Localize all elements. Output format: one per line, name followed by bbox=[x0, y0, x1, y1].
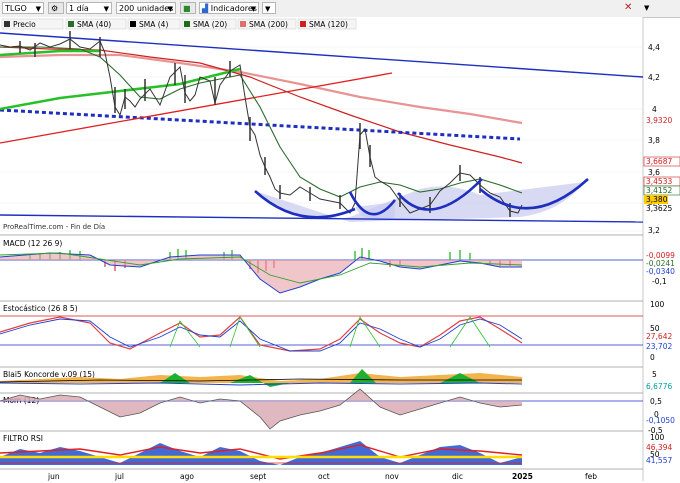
interval-selector[interactable]: 1 día ▼ bbox=[66, 2, 112, 14]
momentum-panel: Mom (12) 0,5 0 -0,5 -0,1050 bbox=[0, 388, 675, 435]
color-picker-button[interactable]: ■ bbox=[180, 2, 196, 14]
date-tick: oct bbox=[318, 472, 330, 481]
legend-swatch bbox=[130, 21, 136, 27]
symbol-label: TLGO bbox=[5, 4, 27, 13]
date-tick: dic bbox=[452, 472, 463, 481]
chevron-down-icon: ▼ bbox=[250, 5, 256, 13]
koncorde-blue-line bbox=[0, 382, 523, 386]
date-tick: sept bbox=[250, 472, 266, 481]
units-label: 200 unidades bbox=[119, 4, 174, 13]
legend-swatch bbox=[240, 21, 246, 27]
chevron-down-icon: ▼ bbox=[167, 5, 173, 13]
value-tag: 3,6687 bbox=[646, 157, 672, 166]
date-tick: jun bbox=[47, 472, 60, 481]
macd-area bbox=[0, 253, 522, 293]
axis-tick: 4 bbox=[652, 105, 657, 114]
value-tag: 3,4533 bbox=[646, 177, 672, 186]
value-tag: 3,4152 bbox=[646, 186, 672, 195]
panel-title: MACD (12 26 9) bbox=[3, 239, 62, 248]
axis-tick: 4,2 bbox=[648, 73, 660, 82]
legend-swatch bbox=[68, 21, 74, 27]
price-value-tags: 3,9320 3,6687 3,4533 3,4152 3,380 3,3625 bbox=[643, 115, 680, 213]
stoch-green-line bbox=[169, 316, 491, 348]
price-panel: Precio SMA (40) SMA (4) SMA (20) SMA (20… bbox=[0, 17, 680, 481]
axis-tick: 0,5 bbox=[650, 397, 662, 406]
chevron-down-icon: ▼ bbox=[35, 5, 41, 13]
axis-tick: 3,6 bbox=[648, 168, 660, 177]
chevron-down-icon: ▼ bbox=[644, 4, 650, 12]
value-tag: 3,9320 bbox=[646, 116, 672, 125]
settings-button[interactable]: ⚙ bbox=[48, 2, 64, 14]
value-tag: 23,702 bbox=[646, 342, 672, 351]
date-tick: nov bbox=[385, 472, 399, 481]
stochastic-panel: Estocástico (26 8 5) 100 50 0 27,642 23,… bbox=[0, 300, 672, 362]
koncorde-panel: Blai5 Koncorde v.09 (15) 5 6,6776 bbox=[0, 366, 672, 391]
window-controls[interactable]: ▼ bbox=[642, 2, 678, 14]
chart-area[interactable]: Precio SMA (40) SMA (4) SMA (20) SMA (20… bbox=[0, 17, 680, 481]
palette-icon: ■ bbox=[183, 4, 191, 13]
indicator-options-button[interactable]: ▼ bbox=[262, 2, 276, 14]
momentum-area bbox=[0, 389, 522, 429]
legend-swatch bbox=[300, 21, 306, 27]
legend-swatch bbox=[184, 21, 190, 27]
stoch-k-line bbox=[0, 316, 523, 352]
chart-svg: Precio SMA (40) SMA (4) SMA (20) SMA (20… bbox=[0, 17, 680, 481]
value-tag: 41,557 bbox=[646, 456, 672, 465]
axis-tick: 5 bbox=[652, 370, 657, 379]
macd-panel: MACD (12 26 9) -0,1 -0,0099 -0,0241 -0,0… bbox=[0, 234, 675, 294]
legend-sma20[interactable]: SMA (20) bbox=[193, 20, 227, 29]
legend-swatch bbox=[4, 21, 10, 27]
axis-tick: 100 bbox=[650, 300, 665, 309]
legend-precio[interactable]: Precio bbox=[13, 20, 36, 29]
axis-tick: 0 bbox=[650, 353, 655, 362]
rsi-blue-area bbox=[0, 441, 522, 465]
chart-toolbar: TLGO ▼ ⚙ 1 día ▼ 200 unidades ▼ ■ ▟ Indi… bbox=[0, 0, 680, 18]
chevron-down-icon: ▼ bbox=[265, 5, 271, 13]
axis-tick: 100 bbox=[650, 433, 665, 442]
units-selector[interactable]: 200 unidades ▼ bbox=[116, 2, 176, 14]
value-tag: -0,1050 bbox=[646, 416, 675, 425]
watermark: ProRealTime.com - Fin de Día bbox=[3, 223, 105, 231]
legend-sma120[interactable]: SMA (120) bbox=[309, 20, 348, 29]
symbol-selector[interactable]: TLGO ▼ bbox=[2, 2, 44, 14]
axis-tick: 3,2 bbox=[648, 226, 660, 235]
close-icon: ✕ bbox=[624, 2, 633, 13]
legend-sma40[interactable]: SMA (40) bbox=[77, 20, 111, 29]
legend-sma4[interactable]: SMA (4) bbox=[139, 20, 168, 29]
value-tag: 46,394 bbox=[646, 443, 672, 452]
chart-icon: ▟ bbox=[202, 4, 209, 13]
value-tag: -0,0340 bbox=[646, 267, 675, 276]
legend-sma200[interactable]: SMA (200) bbox=[249, 20, 288, 29]
close-chart-button[interactable]: ✕ bbox=[622, 2, 638, 14]
panel-title: FILTRO RSI bbox=[3, 434, 43, 443]
value-tag: 6,6776 bbox=[646, 382, 672, 391]
price-legend: Precio SMA (40) SMA (4) SMA (20) SMA (20… bbox=[1, 18, 357, 30]
axis-tick: -0,1 bbox=[652, 277, 667, 286]
gear-icon: ⚙ bbox=[51, 4, 59, 13]
interval-label: 1 día bbox=[69, 4, 89, 13]
indicators-button[interactable]: ▟ Indicadores ▼ bbox=[199, 2, 259, 14]
date-tick: ago bbox=[180, 472, 194, 481]
value-tag: 3,3625 bbox=[646, 204, 672, 213]
panel-title: Estocástico (26 8 5) bbox=[3, 304, 78, 313]
date-tick: 2025 bbox=[512, 472, 533, 481]
chevron-down-icon: ▼ bbox=[103, 5, 109, 13]
date-axis: jun jul ago sept oct nov dic 2025 feb bbox=[0, 468, 643, 481]
axis-tick: 4,4 bbox=[648, 43, 660, 52]
value-tag: 3,380 bbox=[646, 195, 668, 204]
value-tag: 27,642 bbox=[646, 332, 672, 341]
axis-tick: 3,8 bbox=[648, 136, 660, 145]
date-tick: feb bbox=[585, 472, 597, 481]
rsi-panel: FILTRO RSI 100 50 46,394 41,557 bbox=[0, 430, 672, 465]
date-tick: jul bbox=[114, 472, 124, 481]
stoch-d-line bbox=[0, 318, 523, 352]
